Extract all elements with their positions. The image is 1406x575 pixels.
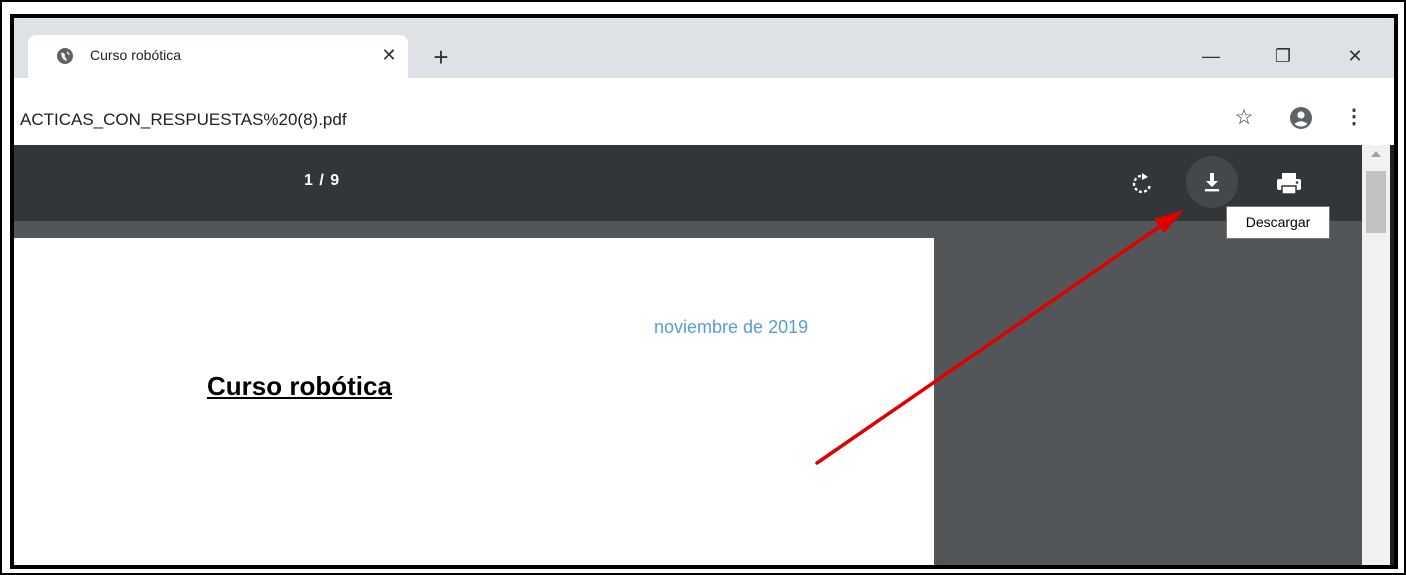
tab-title: Curso robótica [90,47,182,63]
pdf-toolbar: 1 / 9 [14,145,1362,221]
browser-window: Curso robótica ✕ + — ❐ ✕ ACTICAS_CON_RES… [10,14,1398,569]
pdf-page: noviembre de 2019 Curso robótica [14,238,934,565]
page-indicator: 1 / 9 [304,172,341,189]
browser-toolbar: ACTICAS_CON_RESPUESTAS%20(8).pdf ☆ ⋮ [14,78,1394,145]
restore-button[interactable]: ❐ [1268,44,1298,68]
tab-strip: Curso robótica ✕ + — ❐ ✕ [14,18,1394,78]
rotate-icon[interactable] [1124,165,1160,201]
scroll-up-arrow-icon[interactable] [1371,151,1381,157]
vertical-scrollbar[interactable] [1362,145,1390,565]
pdf-viewer: noviembre de 2019 Curso robótica [14,221,1362,565]
scrollbar-thumb[interactable] [1366,171,1386,233]
print-icon[interactable] [1272,167,1306,199]
download-tooltip: Descargar [1226,206,1330,239]
document-title: Curso robótica [207,371,392,401]
tab-close-icon[interactable]: ✕ [378,44,400,66]
window-close-button[interactable]: ✕ [1340,44,1370,68]
globe-icon [57,48,73,64]
new-tab-button[interactable]: + [428,44,454,71]
tab-curso-robotica[interactable]: Curso robótica ✕ [28,35,408,78]
document-date: noviembre de 2019 [654,317,809,337]
download-button[interactable] [1186,156,1238,208]
minimize-button[interactable]: — [1196,44,1226,68]
screenshot-border: Curso robótica ✕ + — ❐ ✕ ACTICAS_CON_RES… [0,0,1406,575]
address-bar[interactable]: ACTICAS_CON_RESPUESTAS%20(8).pdf [20,110,347,130]
chrome-menu-icon[interactable]: ⋮ [1344,104,1364,130]
bookmark-star-icon[interactable]: ☆ [1232,106,1256,130]
download-icon [1205,173,1219,192]
profile-icon[interactable] [1289,106,1313,130]
